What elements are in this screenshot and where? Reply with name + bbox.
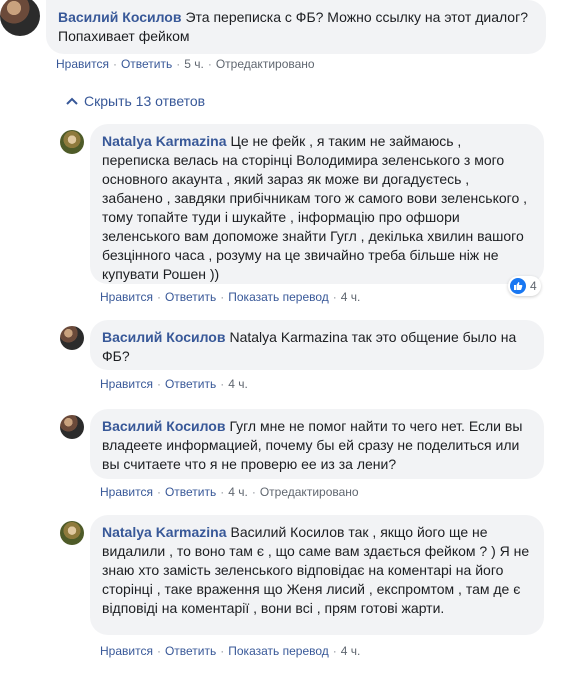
separator: · xyxy=(332,644,337,658)
comment-actions: Нравится · Ответить · 4 ч. · Отредактировано xyxy=(100,485,359,499)
separator: · xyxy=(156,485,161,499)
separator: · xyxy=(112,57,117,71)
reply-link[interactable]: Ответить xyxy=(165,485,216,499)
separator: · xyxy=(332,290,337,304)
edited-label[interactable]: Отредактировано xyxy=(216,57,315,71)
comment-bubble: Василий Косилов Гугл мне не помог найти т… xyxy=(90,409,544,479)
separator: · xyxy=(220,485,225,499)
reaction-count: 4 xyxy=(530,279,537,293)
avatar[interactable] xyxy=(60,415,84,439)
reactions-badge[interactable]: 4 xyxy=(508,276,541,296)
avatar[interactable] xyxy=(60,130,84,154)
comment-bubble: Natalya Karmazina Василий Косилов так , я… xyxy=(90,515,544,635)
reply-link[interactable]: Ответить xyxy=(121,57,172,71)
like-link[interactable]: Нравится xyxy=(100,290,153,304)
like-link[interactable]: Нравится xyxy=(100,377,153,391)
separator: · xyxy=(220,644,225,658)
comment-author[interactable]: Василий Косилов xyxy=(102,329,225,345)
show-translation-link[interactable]: Показать перевод xyxy=(228,644,329,658)
chevron-up-icon xyxy=(66,97,78,105)
comment-actions: Нравится · Ответить · Показать перевод · 4 ч. xyxy=(100,644,360,658)
reply-link[interactable]: Ответить xyxy=(165,377,216,391)
avatar[interactable] xyxy=(60,326,84,350)
comment-actions: Нравится · Ответить · 5 ч. · Отредактировано xyxy=(56,57,315,71)
separator: · xyxy=(156,644,161,658)
separator: · xyxy=(156,290,161,304)
separator: · xyxy=(220,290,225,304)
timestamp[interactable]: 4 ч. xyxy=(341,644,361,658)
avatar[interactable] xyxy=(60,521,84,545)
separator: · xyxy=(156,377,161,391)
edited-label[interactable]: Отредактировано xyxy=(260,485,359,499)
like-link[interactable]: Нравится xyxy=(100,644,153,658)
separator: · xyxy=(207,57,212,71)
comment-bubble: Natalya Karmazina Це не фейк , я таким не… xyxy=(90,124,544,284)
comment-actions: Нравится · Ответить · Показать перевод · 4 ч. xyxy=(100,290,360,304)
separator: · xyxy=(220,377,225,391)
comment-bubble: Василий Косилов Natalya Karmazina так это… xyxy=(90,320,544,370)
hide-replies-button[interactable]: Скрыть 13 ответов xyxy=(66,93,205,109)
separator: · xyxy=(176,57,181,71)
avatar[interactable] xyxy=(0,0,40,36)
separator: · xyxy=(251,485,256,499)
reply-link[interactable]: Ответить xyxy=(165,290,216,304)
hide-replies-label: Скрыть 13 ответов xyxy=(84,93,206,109)
comment-text: Це не фейк , я таким не займаюсь , переп… xyxy=(102,133,528,282)
timestamp[interactable]: 5 ч. xyxy=(184,57,204,71)
timestamp[interactable]: 4 ч. xyxy=(228,485,248,499)
comment-actions: Нравится · Ответить · 4 ч. xyxy=(100,377,248,391)
comment-author[interactable]: Василий Косилов xyxy=(102,418,225,434)
show-translation-link[interactable]: Показать перевод xyxy=(228,290,329,304)
comment-bubble: Василий Косилов Эта переписка с ФБ? Можно… xyxy=(46,0,546,54)
comment-author[interactable]: Василий Косилов xyxy=(58,9,181,25)
like-link[interactable]: Нравится xyxy=(56,57,109,71)
timestamp[interactable]: 4 ч. xyxy=(341,290,361,304)
like-link[interactable]: Нравится xyxy=(100,485,153,499)
like-reaction-icon xyxy=(510,278,526,294)
timestamp[interactable]: 4 ч. xyxy=(228,377,248,391)
comment-author[interactable]: Natalya Karmazina xyxy=(102,524,227,540)
comment-author[interactable]: Natalya Karmazina xyxy=(102,133,227,149)
reply-link[interactable]: Ответить xyxy=(165,644,216,658)
